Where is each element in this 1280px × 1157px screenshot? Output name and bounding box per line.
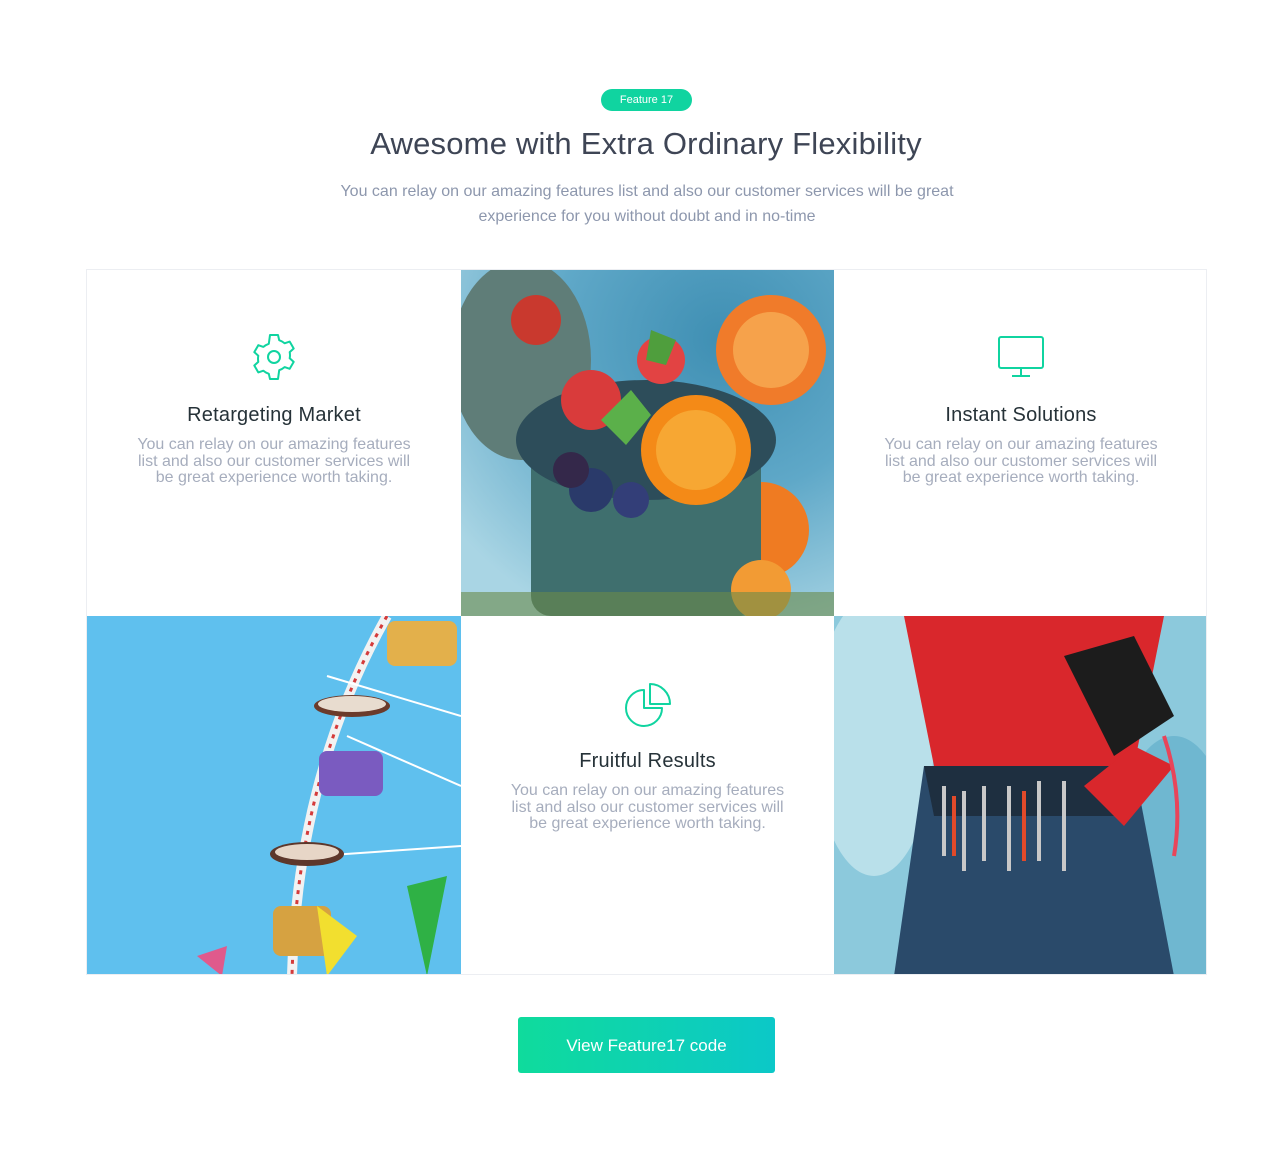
pie-chart-icon [624,682,672,735]
page-subtitle: You can relay on our amazing features li… [340,183,954,225]
feature-title: Fruitful Results [579,750,716,772]
fruit-smoothie-photo [461,270,834,616]
feature-text: You can relay on our amazing features li… [510,782,785,832]
page-title: Awesome with Extra Ordinary Flexibility [370,126,922,161]
feature-title: Retargeting Market [187,404,361,426]
view-code-button[interactable]: View Feature17 code [518,1017,775,1073]
feature-text: You can relay on our amazing features li… [884,436,1158,486]
feature-title: Instant Solutions [945,404,1097,426]
feature-grid: Retargeting Market You can relay on our … [86,269,1207,975]
feature-card-fruitful: Fruitful Results You can relay on our am… [461,616,834,974]
feature-card-retargeting: Retargeting Market You can relay on our … [87,270,461,616]
feature-card-instant: Instant Solutions You can relay on our a… [834,270,1206,616]
climber-photo [834,616,1206,974]
monitor-icon [997,336,1045,383]
gear-icon [249,332,299,387]
ferris-wheel-photo [87,616,461,974]
feature-text: You can relay on our amazing features li… [137,436,411,486]
badge: Feature 17 [601,89,692,111]
